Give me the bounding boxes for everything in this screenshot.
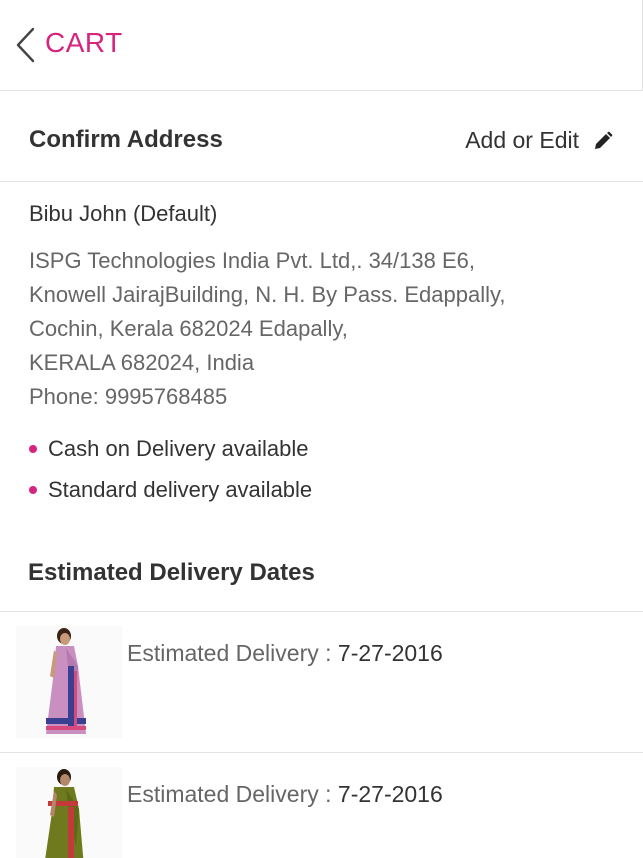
address-line: KERALA 682024, India xyxy=(29,350,255,375)
confirm-address-title: Confirm Address xyxy=(29,126,223,153)
estimated-delivery-date: 7-27-2016 xyxy=(337,640,443,666)
add-or-edit-button[interactable]: Add or Edit xyxy=(465,127,613,154)
top-bar: CART xyxy=(0,0,643,91)
delivery-option-item: Cash on Delivery available xyxy=(29,428,312,469)
delivery-option-label: Standard delivery available xyxy=(48,476,313,502)
delivery-option-item: Standard delivery available xyxy=(29,469,312,510)
product-thumbnail xyxy=(16,626,122,738)
chevron-left-icon xyxy=(16,27,35,63)
estimated-delivery-title: Estimated Delivery Dates xyxy=(28,559,315,586)
delivery-option-label: Cash on Delivery available xyxy=(48,435,309,461)
bullet-dot-icon xyxy=(29,485,37,494)
pencil-icon xyxy=(595,131,613,149)
address-line: ISPG Technologies India Pvt. Ltd,. 34/13… xyxy=(29,248,475,273)
list-item[interactable]: Estimated Delivery : 7-27-2016 xyxy=(0,611,643,753)
address-phone: Phone: 9995768485 xyxy=(29,384,228,409)
page-title: CART xyxy=(45,27,123,58)
estimated-delivery-line: Estimated Delivery : 7-27-2016 xyxy=(127,640,443,667)
address-name: Bibu John (Default) xyxy=(29,201,218,226)
delivery-options-list: Cash on Delivery available Standard deli… xyxy=(29,428,312,510)
estimated-delivery-label: Estimated Delivery : xyxy=(127,640,338,666)
list-item[interactable]: Estimated Delivery : 7-27-2016 xyxy=(0,752,643,858)
address-block: Bibu John (Default) ISPG Technologies In… xyxy=(29,201,619,414)
add-or-edit-label: Add or Edit xyxy=(465,127,579,153)
estimated-delivery-label: Estimated Delivery : xyxy=(127,781,338,807)
bullet-dot-icon xyxy=(29,444,37,453)
address-line: Cochin, Kerala 682024 Edapally, xyxy=(29,316,348,341)
estimated-delivery-date: 7-27-2016 xyxy=(337,781,443,807)
product-thumbnail xyxy=(16,767,122,858)
address-line: Knowell JairajBuilding, N. H. By Pass. E… xyxy=(29,282,506,307)
saree-product-image xyxy=(16,626,122,738)
confirm-address-header: Confirm Address Add or Edit xyxy=(0,91,643,182)
saree-product-image xyxy=(16,767,122,858)
estimated-delivery-line: Estimated Delivery : 7-27-2016 xyxy=(127,781,443,808)
back-button[interactable] xyxy=(8,24,42,66)
